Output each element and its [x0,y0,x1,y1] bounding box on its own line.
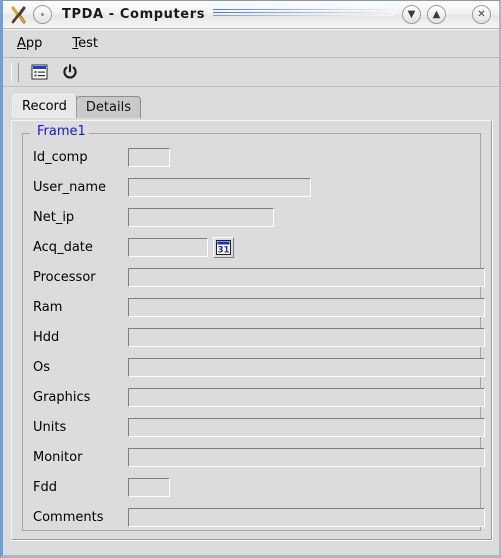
close-x-icon: ✕ [477,8,486,20]
svg-text:31: 31 [218,245,230,255]
group-top-left-line [22,133,30,134]
tool-bar [3,58,499,87]
maximize-button[interactable]: ▲ [427,5,446,24]
toolbar-drag-handle[interactable] [11,62,19,82]
x-app-icon [9,4,33,26]
field-label: Ram [33,299,63,315]
form-row: Fdd [33,477,472,497]
field-input[interactable] [128,327,485,347]
toolbar-buttons [24,60,86,84]
tab-details-label: Details [85,100,131,115]
field-label: User_name [33,179,106,195]
menu-test[interactable]: Test [70,34,100,53]
field-input[interactable] [128,147,170,167]
field-input[interactable] [128,177,311,197]
chevron-up-icon: ▲ [432,8,441,20]
field-input[interactable] [128,357,485,377]
menu-test-rest: est [78,35,99,51]
frame1-label: Frame1 [34,124,89,140]
title-bar: TPDA - Computers ▼ ▲ ✕ [3,1,499,29]
calendar-picker-button[interactable]: 31 [213,236,234,258]
calendar-icon: 31 [216,239,231,255]
form-row: Monitor [33,447,485,467]
chevron-down-icon: ▼ [407,8,416,20]
tab-record[interactable]: Record [12,94,77,118]
form-row: Hdd [33,327,485,347]
form-row: Units [33,417,485,437]
form-row: Ram [33,297,485,317]
form-row: User_name [33,177,472,197]
tab-strip: Record Details [12,94,499,118]
field-label: Hdd [33,329,60,345]
system-menu-dot [41,13,44,16]
menu-app[interactable]: App [15,34,44,53]
field-input[interactable] [128,387,485,407]
title-decoration-lines [213,8,394,21]
system-menu-icon[interactable] [33,5,52,24]
field-input[interactable] [128,417,485,437]
field-label: Graphics [33,389,91,405]
window-title: TPDA - Computers [62,7,206,22]
form-row: Comments [33,507,485,527]
field-input[interactable] [128,477,170,497]
field-input[interactable] [128,237,208,257]
form-row: Graphics [33,387,485,407]
frame1-groupbox: Frame1 Id_comp User_name Net_ip Acq_date 31 P… [22,124,485,531]
form-row: Acq_date 31 [33,236,472,258]
form-row: Id_comp [33,147,472,167]
record-list-button[interactable] [25,60,55,84]
field-label: Net_ip [33,209,75,225]
power-icon [62,64,78,80]
window-controls: ▼ ▲ ✕ [402,5,491,24]
tab-page-record: Frame1 Id_comp User_name Net_ip Acq_date 31 P… [11,120,493,541]
application-window: TPDA - Computers ▼ ▲ ✕ App Test Record D… [0,0,501,558]
field-label: Processor [33,269,96,285]
field-label: Acq_date [33,239,93,255]
field-label: Id_comp [33,149,88,165]
field-label: Units [33,419,67,435]
menu-bar: App Test [3,29,499,58]
field-label: Os [33,359,51,375]
group-top-right-line [85,133,481,134]
form-list-icon [31,64,49,81]
field-input[interactable] [128,507,485,527]
field-label: Fdd [33,479,57,495]
minimize-button[interactable]: ▼ [402,5,421,24]
tab-record-label: Record [22,99,67,114]
close-button[interactable]: ✕ [472,5,491,24]
field-input[interactable] [128,207,274,227]
form-row: Os [33,357,485,377]
form-row: Processor [33,267,485,287]
tab-details[interactable]: Details [75,96,141,118]
field-label: Comments [33,509,104,525]
menu-app-accel: A [17,35,26,51]
menu-app-rest: pp [25,35,43,51]
field-input[interactable] [128,297,485,317]
field-input[interactable] [128,447,485,467]
form-row: Net_ip [33,207,472,227]
quit-button[interactable] [55,60,85,84]
field-input[interactable] [128,267,485,287]
field-label: Monitor [33,449,83,465]
